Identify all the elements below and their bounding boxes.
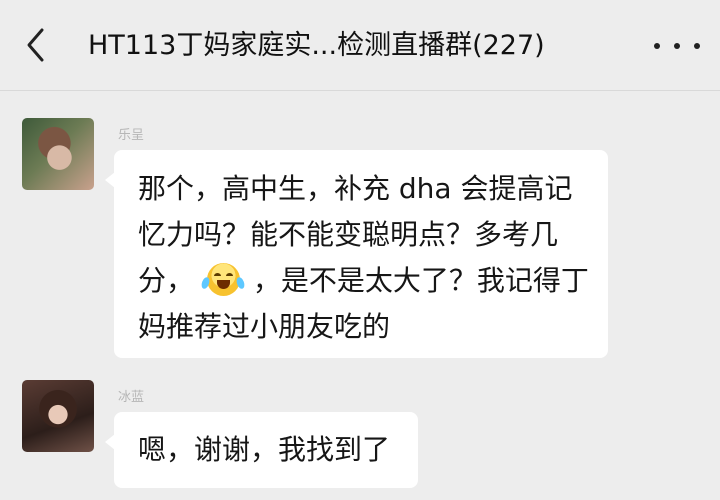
message-bubble[interactable]: 那个，高中生，补充 dha 会提高记 忆力吗？能不能变聪明点？多考几 分， ，是… <box>105 150 608 358</box>
more-options-button[interactable] <box>654 34 700 58</box>
laughing-with-tears-icon <box>200 263 246 296</box>
sender-name: 乐呈 <box>118 128 145 143</box>
message-text-line: 忆力吗？能不能变聪明点？多考几 <box>138 218 559 251</box>
chevron-left-icon <box>27 28 44 62</box>
message-text-line: 那个，高中生，补充 dha 会提高记 <box>138 172 573 205</box>
message-text-line: 分， ，是不是太大了？我记得丁 <box>138 258 589 304</box>
more-dots-icon <box>694 43 700 49</box>
message-text-fragment: ，是不是太大了？我记得丁 <box>252 264 589 297</box>
tear-icon <box>200 276 211 290</box>
message-bubble[interactable]: 嗯，谢谢，我找到了 <box>105 412 418 488</box>
emoji-mouth <box>216 280 230 289</box>
tear-icon <box>235 276 246 290</box>
more-dots-icon <box>674 43 680 49</box>
sender-avatar[interactable] <box>22 118 94 190</box>
sender-avatar[interactable] <box>22 380 94 452</box>
more-dots-icon <box>654 43 660 49</box>
message-text-fragment: 分， <box>138 264 195 297</box>
chat-header: HT113丁妈家庭实...检测直播群(227) <box>0 0 720 91</box>
message-text-line: 妈推荐过小朋友吃的 <box>138 310 391 343</box>
back-button[interactable] <box>18 22 58 68</box>
sender-name: 冰蓝 <box>118 390 145 405</box>
chat-title: HT113丁妈家庭实...检测直播群(227) <box>88 30 545 61</box>
message-text-line: 嗯，谢谢，我找到了 <box>138 433 391 466</box>
